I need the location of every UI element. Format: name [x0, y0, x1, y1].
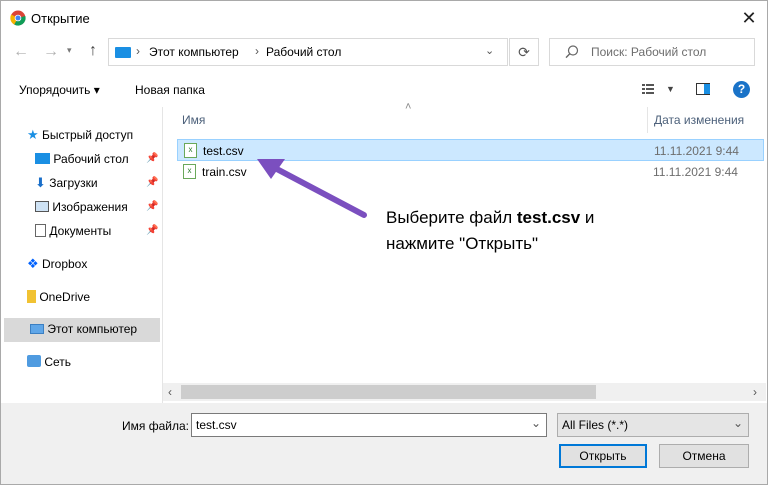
annotation-text: Выберите файл test.csv и нажмите "Открыт…: [386, 205, 594, 257]
sidebar-item-documents[interactable]: Документы: [35, 220, 111, 242]
filename-input[interactable]: test.csv ⌄: [191, 413, 547, 437]
address-bar[interactable]: › Этот компьютер › Рабочий стол ⌄: [108, 38, 508, 66]
scroll-right-icon[interactable]: ›: [753, 385, 757, 399]
recent-chevron-icon[interactable]: ▾: [67, 45, 72, 56]
search-placeholder: Поиск: Рабочий стол: [591, 45, 707, 59]
view-dropdown-icon[interactable]: ▼: [666, 84, 675, 94]
file-date: 11.11.2021 9:44: [654, 144, 739, 158]
pin-icon: 📌: [146, 177, 159, 188]
sidebar-item-label: Dropbox: [42, 257, 88, 271]
organize-button[interactable]: Упорядочить ▾: [19, 83, 100, 97]
sidebar-item-downloads[interactable]: ⬇ Загрузки: [35, 172, 98, 194]
up-arrow-icon[interactable]: ↑: [89, 42, 97, 60]
new-folder-button[interactable]: Новая папка: [135, 83, 205, 97]
file-name: train.csv: [202, 165, 247, 179]
onedrive-icon: [27, 290, 36, 303]
column-separator[interactable]: [647, 107, 648, 133]
forward-arrow-icon[interactable]: →: [43, 43, 59, 61]
help-icon[interactable]: ?: [733, 81, 750, 98]
navigation-pane: ★ Быстрый доступ Рабочий стол 📌 ⬇ Загруз…: [1, 107, 161, 403]
file-name: test.csv: [203, 144, 244, 158]
sidebar-item-network[interactable]: Сеть: [27, 351, 71, 373]
file-type-value: All Files (*.*): [562, 418, 629, 432]
horizontal-scrollbar[interactable]: ‹ ›: [163, 383, 766, 401]
computer-icon: [30, 324, 44, 334]
csv-file-icon: x: [184, 143, 197, 158]
documents-icon: [35, 224, 46, 237]
desktop-icon: [35, 153, 50, 164]
file-type-select[interactable]: All Files (*.*) ⌄: [557, 413, 749, 437]
refresh-button[interactable]: ⟳: [509, 38, 539, 66]
view-options-icon[interactable]: [641, 82, 655, 96]
pane-divider: [162, 107, 163, 403]
chrome-icon: [10, 10, 26, 26]
annotation-line-1: Выберите файл test.csv и: [386, 208, 595, 227]
window-title: Открытие: [31, 11, 90, 26]
file-date: 11.11.2021 9:44: [653, 165, 738, 179]
filename-dropdown-icon[interactable]: ⌄: [531, 416, 541, 430]
pin-icon: 📌: [146, 153, 159, 164]
title-bar: Открытие ✕: [1, 1, 767, 35]
column-headers: ˄ Имя Дата изменения: [164, 101, 764, 133]
search-icon: [564, 44, 580, 60]
sidebar-item-label: Рабочий стол: [53, 152, 129, 166]
network-icon: [27, 355, 41, 367]
cancel-button[interactable]: Отмена: [659, 444, 749, 468]
breadcrumb-separator-icon: ›: [255, 44, 259, 58]
column-header-name[interactable]: Имя: [182, 113, 205, 127]
preview-pane-icon[interactable]: [696, 83, 710, 95]
annotation-line-2: нажмите "Открыть": [386, 234, 539, 253]
pin-icon: 📌: [146, 225, 159, 236]
sidebar-item-label: Изображения: [52, 200, 128, 214]
sidebar-item-label: Этот компьютер: [47, 322, 138, 336]
dropbox-icon: ❖: [27, 256, 39, 271]
csv-file-icon: x: [183, 164, 196, 179]
breadcrumb-separator-icon: ›: [136, 44, 140, 58]
annotation-arrow: [257, 159, 367, 218]
sidebar-item-dropbox[interactable]: ❖ Dropbox: [27, 253, 87, 275]
close-icon[interactable]: ✕: [737, 7, 761, 31]
star-icon: ★: [27, 127, 39, 142]
sidebar-item-label: Быстрый доступ: [42, 128, 134, 142]
scroll-thumb[interactable]: [181, 385, 596, 399]
sort-caret-icon: ˄: [405, 101, 412, 113]
pin-icon: 📌: [146, 201, 159, 212]
address-dropdown-icon[interactable]: ⌄: [485, 44, 494, 57]
open-file-dialog: Открытие ✕ ← → ▾ ↑ › Этот компьютер › Ра…: [0, 0, 768, 485]
sidebar-item-label: Сеть: [44, 355, 72, 369]
filename-label: Имя файла:: [122, 419, 189, 433]
column-header-date[interactable]: Дата изменения: [654, 113, 744, 127]
sidebar-item-label: OneDrive: [39, 290, 91, 304]
scroll-left-icon[interactable]: ‹: [168, 385, 172, 399]
search-input[interactable]: Поиск: Рабочий стол: [549, 38, 755, 66]
images-icon: [35, 201, 49, 212]
file-type-dropdown-icon[interactable]: ⌄: [733, 416, 743, 430]
sidebar-item-images[interactable]: Изображения: [35, 196, 128, 218]
sidebar-item-this-pc[interactable]: Этот компьютер: [4, 318, 160, 342]
footer-panel: Имя файла: test.csv ⌄ All Files (*.*) ⌄ …: [1, 403, 767, 484]
breadcrumb-this-pc[interactable]: Этот компьютер: [149, 45, 239, 59]
toolbar: Упорядочить ▾ Новая папка ▼ ?: [1, 73, 767, 107]
download-icon: ⬇: [35, 175, 46, 190]
open-button[interactable]: Открыть: [559, 444, 647, 468]
back-arrow-icon[interactable]: ←: [13, 43, 29, 61]
sidebar-item-quick-access[interactable]: ★ Быстрый доступ: [27, 124, 133, 146]
sidebar-item-onedrive[interactable]: OneDrive: [27, 286, 90, 308]
breadcrumb-desktop[interactable]: Рабочий стол: [266, 45, 341, 59]
sidebar-item-label: Документы: [49, 224, 112, 238]
filename-value: test.csv: [196, 418, 237, 432]
sidebar-item-desktop[interactable]: Рабочий стол: [35, 148, 129, 170]
sidebar-item-label: Загрузки: [49, 176, 98, 190]
monitor-icon: [115, 47, 131, 58]
